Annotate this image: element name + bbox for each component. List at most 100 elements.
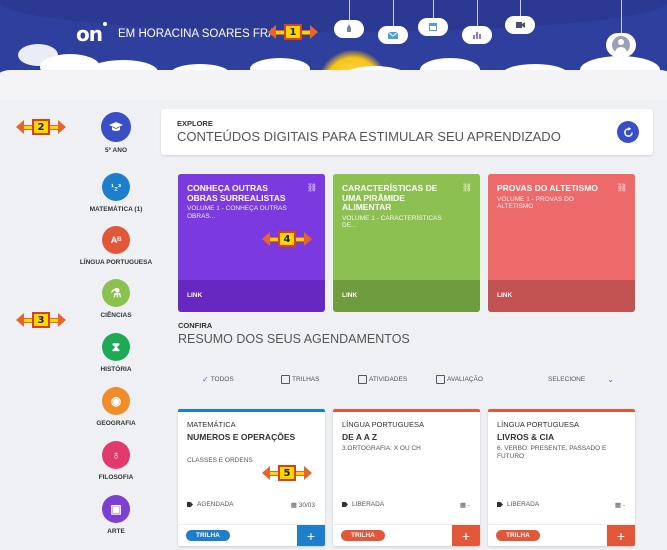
school-name: EM HORACINA SOARES FRA bbox=[118, 28, 276, 40]
schedule-date: ▦ - bbox=[614, 502, 625, 509]
card-link[interactable]: LINK bbox=[488, 280, 635, 312]
schedule-description: 3.ORTOGRAFIA: X OU CH bbox=[342, 445, 421, 452]
sidebar-item-ciencias[interactable]: ⚗ CIÊNCIAS bbox=[78, 279, 154, 319]
explore-title: CONTEÚDOS DIGITAIS PARA ESTIMULAR SEU AP… bbox=[177, 129, 561, 144]
sidebar-item-arte[interactable]: ▣ ARTE bbox=[78, 495, 154, 535]
content-card[interactable]: PROVAS DO ALTETISMO VOLUME 1 - PROVAS DO… bbox=[488, 174, 635, 312]
grade-selector[interactable]: 5º ANO bbox=[78, 112, 154, 154]
flask-icon: ⚗ bbox=[102, 279, 130, 307]
user-menu-button[interactable] bbox=[606, 33, 636, 57]
checkbox-icon bbox=[281, 375, 290, 384]
card-title: PROVAS DO ALTETISMO bbox=[497, 183, 598, 193]
filter-trilhas[interactable]: TRILHAS bbox=[281, 375, 319, 384]
sidebar-item-label: MATEMÁTICA (1) bbox=[89, 206, 143, 213]
confira-label: CONFIRA bbox=[178, 321, 213, 330]
filter-select-dropdown[interactable]: SELECIONE ⌄ bbox=[548, 375, 614, 384]
calendar-icon bbox=[429, 23, 437, 31]
chevron-down-icon: ⌄ bbox=[607, 375, 614, 384]
callout-3: 3 bbox=[16, 312, 66, 328]
filter-bar: ✓ TODOS TRILHAS ATIVIDADES AVALIAÇÃO SEL… bbox=[196, 375, 636, 389]
schedule-status: LIBERADA bbox=[497, 501, 539, 508]
language-icon: Aᴮ bbox=[102, 226, 130, 254]
link-icon: ⛓ bbox=[616, 183, 627, 192]
explore-banner: EXPLORE CONTEÚDOS DIGITAIS PARA ESTIMULA… bbox=[161, 109, 653, 155]
rocket-icon bbox=[347, 24, 351, 32]
card-link[interactable]: LINK bbox=[178, 280, 325, 312]
filter-atividades[interactable]: ATIVIDADES bbox=[358, 375, 407, 384]
add-button[interactable]: + bbox=[297, 525, 325, 546]
sidebar-item-geografia[interactable]: ◉ GEOGRAFIA bbox=[78, 387, 154, 427]
schedule-status: AGENDADA bbox=[187, 501, 233, 508]
schedule-topic: NUMEROS E OPERAÇÕES bbox=[187, 432, 296, 442]
trilha-badge: TRILHA bbox=[341, 530, 385, 541]
card-title: CONHEÇA OUTRAS OBRAS SURREALISTAS bbox=[187, 183, 286, 203]
image-icon: ▣ bbox=[102, 495, 130, 523]
schedule-card[interactable]: LÍNGUA PORTUGUESA LIVROS & CIA 6. VERBO:… bbox=[488, 409, 635, 546]
callout-5: 5 bbox=[262, 465, 312, 481]
sidebar-item-label: HISTÓRIA bbox=[100, 366, 132, 373]
mail-icon bbox=[388, 31, 398, 39]
user-avatar-icon bbox=[612, 36, 630, 54]
chart-cloud-button[interactable] bbox=[462, 26, 492, 44]
sidebar-item-label: FILOSOFIA bbox=[98, 474, 134, 481]
callout-4: 4 bbox=[262, 231, 312, 247]
tag-icon bbox=[497, 502, 503, 507]
trilha-badge: TRILHA bbox=[186, 530, 230, 541]
sidebar-item-label: CIÊNCIAS bbox=[100, 312, 132, 319]
schedule-topic: LIVROS & CIA bbox=[497, 432, 555, 442]
content-card[interactable]: CARACTERÍSTICAS DE UMA PIRÂMIDE ALIMENTA… bbox=[333, 174, 480, 312]
chart-icon bbox=[473, 32, 481, 39]
sidebar-item-label: ARTE bbox=[107, 528, 125, 535]
schedule-subject: MATEMÁTICA bbox=[187, 420, 236, 429]
globe-icon: ◉ bbox=[102, 387, 130, 415]
sidebar-item-filosofia[interactable]: ♁ FILOSOFIA bbox=[78, 441, 154, 481]
tag-icon bbox=[187, 502, 193, 507]
sidebar-item-matematica[interactable]: ¹₂³ MATEMÁTICA (1) bbox=[78, 173, 154, 213]
schedule-subject: LÍNGUA PORTUGUESA bbox=[342, 420, 424, 429]
schedule-description: 6. VERBO: PRESENTE, PASSADO E FUTURO bbox=[497, 445, 607, 460]
schedule-subject: LÍNGUA PORTUGUESA bbox=[497, 420, 579, 429]
hourglass-icon: ⧗ bbox=[102, 333, 130, 361]
explore-label: EXPLORE bbox=[177, 119, 213, 128]
link-icon: ⛓ bbox=[461, 183, 472, 192]
video-icon bbox=[516, 22, 525, 28]
schedule-description: CLASSES E ORDENS bbox=[187, 457, 253, 464]
sidebar-item-label: LÍNGUA PORTUGUESA bbox=[79, 259, 153, 266]
video-cloud-button[interactable] bbox=[505, 16, 535, 34]
card-title: CARACTERÍSTICAS DE UMA PIRÂMIDE ALIMENTA… bbox=[342, 183, 438, 212]
mail-cloud-button[interactable] bbox=[378, 26, 408, 44]
checkbox-icon bbox=[358, 375, 367, 384]
top-header: on EM HORACINA SOARES FRA bbox=[0, 0, 667, 100]
app-logo[interactable]: on bbox=[76, 22, 107, 46]
filter-todos[interactable]: ✓ TODOS bbox=[202, 375, 234, 384]
graduation-cap-icon bbox=[101, 112, 131, 142]
rocket-cloud-button[interactable] bbox=[334, 20, 364, 38]
link-icon: ⛓ bbox=[306, 183, 317, 192]
card-link[interactable]: LINK bbox=[333, 280, 480, 312]
card-subtitle: VOLUME 1 - CARACTERÍSTICAS DE... bbox=[342, 214, 442, 230]
schedule-date: ▦ 30/03 bbox=[290, 502, 315, 509]
filter-avaliacao[interactable]: AVALIAÇÃO bbox=[436, 375, 483, 384]
trilha-badge: TRILHA bbox=[496, 530, 540, 541]
check-icon: ✓ bbox=[202, 375, 209, 384]
refresh-button[interactable] bbox=[617, 121, 639, 143]
schedule-card[interactable]: LÍNGUA PORTUGUESA DE A A Z 3.ORTOGRAFIA:… bbox=[333, 409, 480, 546]
add-button[interactable]: + bbox=[607, 525, 635, 546]
schedule-date: ▦ - bbox=[459, 502, 470, 509]
sidebar-item-lingua-portuguesa[interactable]: Aᴮ LÍNGUA PORTUGUESA bbox=[78, 226, 154, 266]
confira-title: RESUMO DOS SEUS AGENDAMENTOS bbox=[178, 332, 410, 346]
lightbulb-icon: ♁ bbox=[102, 441, 130, 469]
sidebar-item-historia[interactable]: ⧗ HISTÓRIA bbox=[78, 333, 154, 373]
calendar-cloud-button[interactable] bbox=[418, 18, 448, 36]
tag-icon bbox=[342, 502, 348, 507]
checkbox-icon bbox=[436, 375, 445, 384]
schedule-topic: DE A A Z bbox=[342, 432, 378, 442]
math-icon: ¹₂³ bbox=[102, 173, 130, 201]
grade-label: 5º ANO bbox=[105, 147, 127, 154]
schedule-status: LIBERADA bbox=[342, 501, 384, 508]
callout-1: 1 bbox=[268, 24, 318, 40]
card-subtitle: VOLUME 1 - CONHEÇA OUTRAS OBRAS... bbox=[187, 205, 287, 220]
add-button[interactable]: + bbox=[452, 525, 480, 546]
refresh-icon bbox=[623, 126, 633, 137]
callout-2: 2 bbox=[16, 119, 66, 135]
